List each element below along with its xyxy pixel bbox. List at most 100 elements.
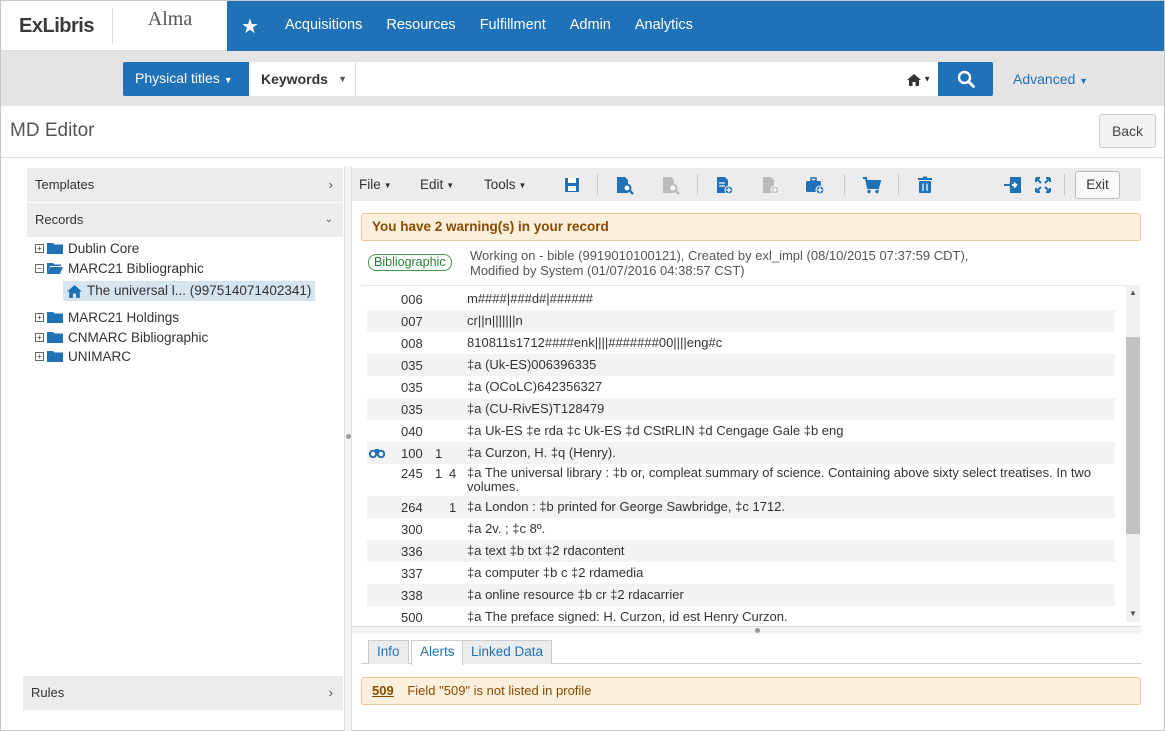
marc-value[interactable]: ‡a 2v. ; ‡c 8º. xyxy=(467,522,1117,536)
marc-value[interactable]: ‡a Curzon, H. ‡q (Henry). xyxy=(467,446,1117,460)
marc-fields-editor[interactable]: 006 m####|###d#|###### 007 cr||n|||||||n 008… xyxy=(361,285,1141,626)
expand-icon[interactable]: + xyxy=(35,332,44,342)
marc-field-row[interactable]: 007 cr||n|||||||n xyxy=(367,310,1115,332)
splitter-handle[interactable] xyxy=(755,628,760,633)
marc-scrollbar-thumb[interactable] xyxy=(1126,337,1140,534)
marc-indicator-2[interactable]: 4 xyxy=(449,466,456,481)
marc-value[interactable]: ‡a computer ‡b c ‡2 rdamedia xyxy=(467,566,1117,580)
tab-alerts[interactable]: Alerts xyxy=(411,640,464,665)
marc-value[interactable]: ‡a online resource ‡b cr ‡2 rdacarrier xyxy=(467,588,1117,602)
marc-tag[interactable]: 300 xyxy=(401,522,423,537)
save-icon[interactable] xyxy=(562,175,582,195)
tree-dublin-core[interactable]: + Dublin Core xyxy=(35,239,139,257)
marc-tag[interactable]: 035 xyxy=(401,358,423,373)
marc-field-row[interactable]: 245 1 4 ‡a The universal library : ‡b or, c… xyxy=(367,464,1115,496)
marc-field-row[interactable]: 300 ‡a 2v. ; ‡c 8º. xyxy=(367,518,1115,540)
exlibris-logo[interactable]: ExLibris xyxy=(1,7,113,44)
search-input[interactable] xyxy=(356,62,938,96)
expand-icon[interactable]: + xyxy=(35,312,44,322)
marc-tag[interactable]: 040 xyxy=(401,424,423,439)
new-record-icon[interactable] xyxy=(714,175,734,195)
nav-admin[interactable]: Admin xyxy=(558,1,623,51)
scroll-down-icon[interactable]: ▼ xyxy=(1126,607,1140,621)
file-menu[interactable]: File ▼ xyxy=(359,168,392,201)
marc-tag[interactable]: 264 xyxy=(401,500,423,515)
tree-record-selected[interactable]: The universal l... (997514071402341) xyxy=(63,281,316,301)
horizontal-splitter[interactable] xyxy=(352,626,1141,634)
marc-field-row[interactable]: 008 810811s1712####enk||||#######00||||en… xyxy=(367,332,1115,354)
marc-tag[interactable]: 338 xyxy=(401,588,423,603)
marc-value[interactable]: ‡a (CU-RivES)T128479 xyxy=(467,402,1117,416)
marc-field-row[interactable]: 035 ‡a (OCoLC)642356327 xyxy=(367,376,1115,398)
nav-fulfillment[interactable]: Fulfillment xyxy=(468,1,558,51)
vertical-splitter[interactable] xyxy=(344,166,352,731)
favorites-star-icon[interactable]: ★ xyxy=(227,1,273,51)
search-scope-dropdown[interactable]: Physical titles ▼ xyxy=(123,62,249,96)
marc-tag[interactable]: 007 xyxy=(401,314,423,329)
tree-marc21-holdings[interactable]: + MARC21 Holdings xyxy=(35,308,179,326)
marc-field-row[interactable]: 500 ‡a The preface signed: H. Curzon, id … xyxy=(367,606,1115,626)
back-button[interactable]: Back xyxy=(1099,114,1156,148)
collapse-icon[interactable]: − xyxy=(35,263,44,273)
marc-tag[interactable]: 336 xyxy=(401,544,423,559)
tree-marc21-bibliographic[interactable]: − MARC21 Bibliographic xyxy=(35,259,204,277)
nav-resources[interactable]: Resources xyxy=(374,1,467,51)
marc-value[interactable]: ‡a text ‡b txt ‡2 rdacontent xyxy=(467,544,1117,558)
marc-value[interactable]: ‡a The preface signed: H. Curzon, id est… xyxy=(467,610,1117,624)
marc-tag[interactable]: 008 xyxy=(401,336,423,351)
marc-field-row[interactable]: 100 1 ‡a Curzon, H. ‡q (Henry). xyxy=(367,442,1115,464)
tools-menu[interactable]: Tools ▼ xyxy=(484,168,526,201)
advanced-search-link[interactable]: Advanced ▼ xyxy=(1013,62,1088,96)
marc-field-row[interactable]: 035 ‡a (CU-RivES)T128479 xyxy=(367,398,1115,420)
marc-tag[interactable]: 006 xyxy=(401,292,423,307)
marc-value[interactable]: m####|###d#|###### xyxy=(467,292,1117,306)
search-field-dropdown[interactable]: Keywords ▼ xyxy=(249,62,356,96)
binoculars-icon[interactable] xyxy=(368,446,386,461)
marc-value[interactable]: cr||n|||||||n xyxy=(467,314,1117,328)
marc-tag[interactable]: 337 xyxy=(401,566,423,581)
marc-value[interactable]: ‡a The universal library : ‡b or, comple… xyxy=(467,466,1117,494)
home-scope-icon[interactable]: ▼ xyxy=(907,62,931,96)
split-screen-icon[interactable] xyxy=(1003,175,1023,195)
marc-tag[interactable]: 035 xyxy=(401,402,423,417)
trash-icon[interactable] xyxy=(915,175,935,195)
records-accordion[interactable]: Records ⌄ xyxy=(27,203,343,237)
scroll-up-icon[interactable]: ▲ xyxy=(1126,286,1140,300)
edit-menu[interactable]: Edit ▼ xyxy=(420,168,454,201)
marc-field-row[interactable]: 035 ‡a (Uk-ES)006396335 xyxy=(367,354,1115,376)
marc-value[interactable]: ‡a Uk-ES ‡e rda ‡c Uk-ES ‡d CStRLIN ‡d C… xyxy=(467,424,1117,438)
alert-field-link[interactable]: 509 xyxy=(372,683,394,698)
rules-accordion[interactable]: Rules › xyxy=(23,676,343,710)
marc-field-row[interactable]: 336 ‡a text ‡b txt ‡2 rdacontent xyxy=(367,540,1115,562)
marc-value[interactable]: 810811s1712####enk||||#######00||||eng#c xyxy=(467,336,1117,350)
marc-field-row[interactable]: 040 ‡a Uk-ES ‡e rda ‡c Uk-ES ‡d CStRLIN ‡… xyxy=(367,420,1115,442)
templates-accordion[interactable]: Templates › xyxy=(27,168,343,202)
tree-unimarc[interactable]: + UNIMARC xyxy=(35,347,131,365)
marc-field-row[interactable]: 338 ‡a online resource ‡b cr ‡2 rdacarrie… xyxy=(367,584,1115,606)
marc-tag[interactable]: 500 xyxy=(401,610,423,625)
tree-cnmarc[interactable]: + CNMARC Bibliographic xyxy=(35,328,208,346)
marc-field-row[interactable]: 264 1 ‡a London : ‡b printed for George Sa… xyxy=(367,496,1115,518)
search-button[interactable] xyxy=(938,62,993,96)
nav-acquisitions[interactable]: Acquisitions xyxy=(273,1,374,51)
find-record-icon[interactable] xyxy=(614,175,634,195)
marc-value[interactable]: ‡a (OCoLC)642356327 xyxy=(467,380,1117,394)
marc-value[interactable]: ‡a (Uk-ES)006396335 xyxy=(467,358,1117,372)
marc-indicator-1[interactable]: 1 xyxy=(435,466,442,481)
tab-info[interactable]: Info xyxy=(368,640,409,664)
alma-logo[interactable]: Alma xyxy=(113,8,227,31)
nav-analytics[interactable]: Analytics xyxy=(623,1,705,51)
expand-fullscreen-icon[interactable] xyxy=(1033,175,1053,195)
exit-button[interactable]: Exit xyxy=(1075,171,1120,199)
expand-icon[interactable]: + xyxy=(35,243,44,253)
marc-tag[interactable]: 100 xyxy=(401,446,423,461)
briefcase-add-icon[interactable] xyxy=(805,175,825,195)
splitter-handle[interactable] xyxy=(346,434,351,439)
marc-field-row[interactable]: 006 m####|###d#|###### xyxy=(367,288,1115,310)
marc-tag[interactable]: 035 xyxy=(401,380,423,395)
marc-indicator-2[interactable]: 1 xyxy=(449,500,456,515)
marc-value[interactable]: ‡a London : ‡b printed for George Sawbri… xyxy=(467,500,1117,514)
marc-field-row[interactable]: 337 ‡a computer ‡b c ‡2 rdamedia xyxy=(367,562,1115,584)
marc-tag[interactable]: 245 xyxy=(401,466,423,481)
tab-linked-data[interactable]: Linked Data xyxy=(462,640,553,664)
